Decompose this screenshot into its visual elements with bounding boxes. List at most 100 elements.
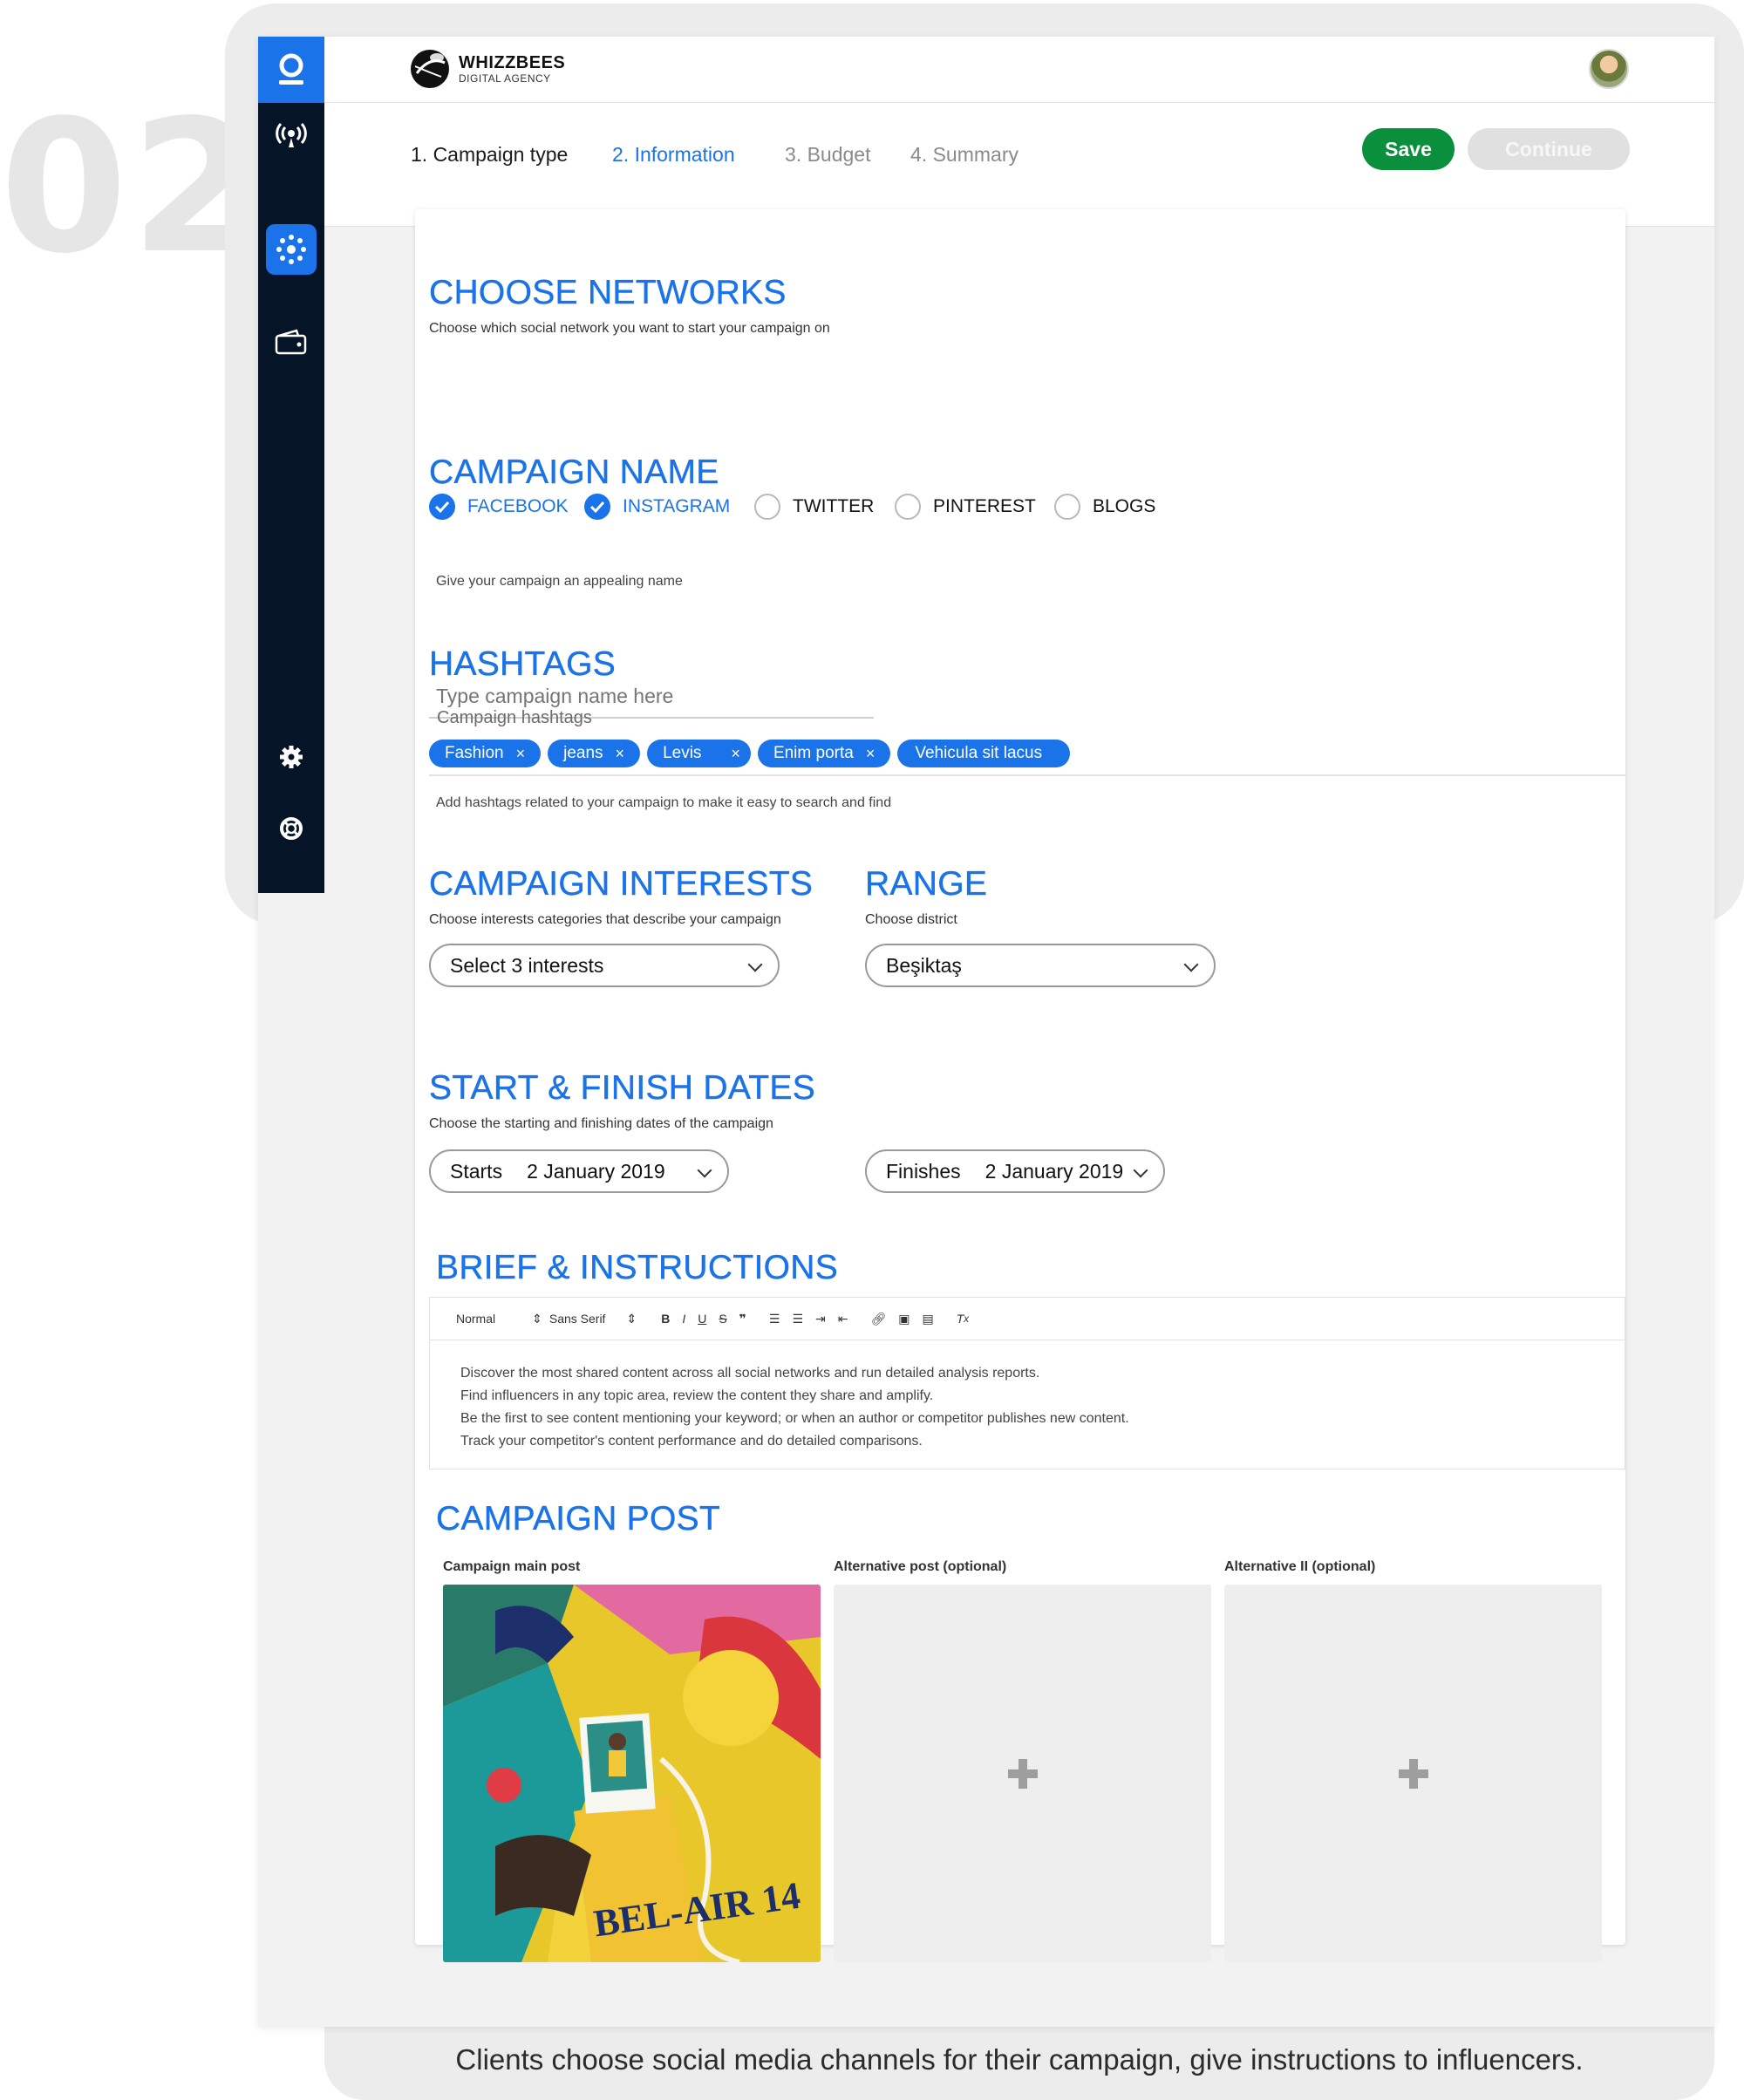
stepper-bar: 1. Campaign type 2. Information 3. Budge… xyxy=(324,103,1714,227)
start-date-value: 2 January 2019 xyxy=(527,1159,665,1183)
close-icon[interactable]: × xyxy=(866,745,876,763)
alt-post-label: Alternative post (optional) xyxy=(834,1559,1007,1574)
hashtag-chip[interactable]: Vehicula sit lacus xyxy=(897,740,1071,767)
continue-button[interactable]: Continue xyxy=(1468,128,1630,170)
tab-summary[interactable]: 4. Summary xyxy=(910,143,1019,167)
brief-line: Track your competitor's content performa… xyxy=(460,1434,923,1449)
checkbox-unchecked-icon xyxy=(895,494,921,520)
network-hub-icon xyxy=(276,235,306,264)
campaign-name-title: CAMPAIGN NAME xyxy=(429,453,719,491)
brief-line: Be the first to see content mentioning y… xyxy=(460,1411,1129,1426)
network-label: FACEBOOK xyxy=(467,496,569,516)
checkbox-checked-icon xyxy=(429,494,455,520)
save-button[interactable]: Save xyxy=(1362,128,1455,170)
tab-campaign-type[interactable]: 1. Campaign type xyxy=(411,143,568,167)
range-select[interactable]: Beşiktaş xyxy=(865,944,1216,987)
chevron-down-icon xyxy=(747,957,763,972)
close-icon[interactable]: × xyxy=(616,745,625,763)
close-icon[interactable]: × xyxy=(731,745,740,763)
brand-subtitle: DIGITAL AGENCY xyxy=(459,72,551,85)
network-label: PINTEREST xyxy=(933,496,1036,516)
sidebar-item-network-hub[interactable] xyxy=(266,224,317,275)
network-twitter[interactable]: TWITTER xyxy=(754,494,874,520)
outdent-icon[interactable]: ⇤ xyxy=(838,1312,848,1326)
alt-post-2-upload[interactable] xyxy=(1224,1585,1602,1962)
network-instagram[interactable]: INSTAGRAM xyxy=(584,494,730,520)
italic-icon[interactable]: I xyxy=(682,1312,685,1326)
indent-icon[interactable]: ⇥ xyxy=(815,1312,826,1326)
video-icon[interactable]: ▤ xyxy=(923,1312,934,1326)
hashtags-helper: Add hashtags related to your campaign to… xyxy=(436,795,892,810)
start-date-label: Starts xyxy=(450,1159,503,1183)
networks-subtitle: Choose which social network you want to … xyxy=(429,321,830,336)
network-facebook[interactable]: FACEBOOK xyxy=(429,494,569,520)
network-label: TWITTER xyxy=(793,496,875,516)
editor-toolbar: Normal ⇕ Sans Serif ⇕ B I U S ❞ ☰ ☰ ⇥ ⇤ … xyxy=(430,1298,1625,1340)
wallet-icon xyxy=(275,329,307,355)
chevron-down-icon xyxy=(697,1162,712,1178)
finish-date-value: 2 January 2019 xyxy=(985,1159,1124,1183)
font-select[interactable]: Sans Serif xyxy=(549,1312,606,1326)
alt-post-2-label: Alternative II (optional) xyxy=(1224,1559,1376,1574)
interests-select-value: Select 3 interests xyxy=(450,953,604,977)
editor-content[interactable]: Discover the most shared content across … xyxy=(430,1340,1625,1453)
alt-post-upload[interactable] xyxy=(834,1585,1211,1962)
hashtag-chip[interactable]: Fashion × xyxy=(429,740,542,767)
hashtag-text: Enim porta xyxy=(773,744,854,762)
hashtags-input[interactable]: Fashion × jeans × Levis × Enim porta × Vehic… xyxy=(429,740,1625,776)
hashtag-chip[interactable]: jeans × xyxy=(548,740,641,767)
campaign-name-helper: Give your campaign an appealing name xyxy=(436,574,683,589)
hashtag-text: jeans xyxy=(563,744,603,762)
tab-budget[interactable]: 3. Budget xyxy=(785,143,870,167)
range-select-value: Beşiktaş xyxy=(886,953,962,977)
sidebar xyxy=(258,37,324,893)
hashtag-chip[interactable]: Enim porta × xyxy=(757,740,891,767)
format-select-value: Normal xyxy=(456,1312,496,1326)
link-icon[interactable]: 🔗︎ xyxy=(870,1312,886,1326)
network-blogs[interactable]: BLOGS xyxy=(1054,494,1155,520)
sidebar-item-settings[interactable] xyxy=(258,740,324,774)
app-logo[interactable] xyxy=(258,37,324,103)
interests-title: CAMPAIGN INTERESTS xyxy=(429,865,814,903)
checkbox-unchecked-icon xyxy=(754,494,780,520)
campaign-form-card: CHOOSE NETWORKS Choose which social netw… xyxy=(415,209,1625,1962)
interests-select[interactable]: Select 3 interests xyxy=(429,944,780,987)
plus-icon xyxy=(1007,1758,1038,1789)
network-pinterest[interactable]: PINTEREST xyxy=(895,494,1036,520)
network-label: INSTAGRAM xyxy=(623,496,731,516)
chevron-down-icon xyxy=(1133,1162,1148,1178)
bullet-list-icon[interactable]: ☰ xyxy=(792,1312,803,1326)
main-post-image[interactable]: BEL-AIR 14 xyxy=(443,1585,821,1962)
underline-icon[interactable]: U xyxy=(698,1312,706,1326)
brand-name: WHIZZBEES xyxy=(459,52,566,72)
brief-title: BRIEF & INSTRUCTIONS xyxy=(436,1249,839,1286)
chevron-down-icon xyxy=(1183,957,1199,972)
network-label: BLOGS xyxy=(1093,496,1156,516)
sort-icon: ⇕ xyxy=(532,1311,542,1326)
ordered-list-icon[interactable]: ☰ xyxy=(769,1312,780,1326)
avatar[interactable] xyxy=(1589,49,1629,89)
clear-format-icon[interactable]: Tx xyxy=(957,1312,969,1326)
finish-date-select[interactable]: Finishes 2 January 2019 xyxy=(865,1149,1165,1193)
brand[interactable]: WHIZZBEES DIGITAL AGENCY xyxy=(408,47,565,91)
strikethrough-icon[interactable]: S xyxy=(719,1312,726,1326)
hashtag-text: Levis xyxy=(663,744,702,762)
topbar: WHIZZBEES DIGITAL AGENCY xyxy=(324,37,1714,103)
range-subtitle: Choose district xyxy=(865,912,957,927)
tab-information[interactable]: 2. Information xyxy=(612,143,735,167)
hashtags-title: HASHTAGS xyxy=(429,645,617,683)
gear-icon xyxy=(280,746,303,768)
quote-icon[interactable]: ❞ xyxy=(739,1312,746,1326)
graffiti-photo: BEL-AIR 14 xyxy=(443,1585,821,1962)
sidebar-item-broadcast[interactable] xyxy=(258,110,324,160)
close-icon[interactable]: × xyxy=(516,745,526,763)
image-icon[interactable]: ▣ xyxy=(898,1312,910,1326)
networks-title: CHOOSE NETWORKS xyxy=(429,274,787,311)
start-date-select[interactable]: Starts 2 January 2019 xyxy=(429,1149,729,1193)
sidebar-item-support[interactable] xyxy=(258,811,324,846)
sidebar-item-wallet[interactable] xyxy=(258,320,324,364)
format-select[interactable]: Normal xyxy=(456,1312,495,1326)
brief-editor: Normal ⇕ Sans Serif ⇕ B I U S ❞ ☰ ☰ ⇥ ⇤ … xyxy=(429,1297,1625,1469)
hashtag-chip[interactable]: Levis × xyxy=(647,740,751,767)
bold-icon[interactable]: B xyxy=(661,1312,670,1326)
